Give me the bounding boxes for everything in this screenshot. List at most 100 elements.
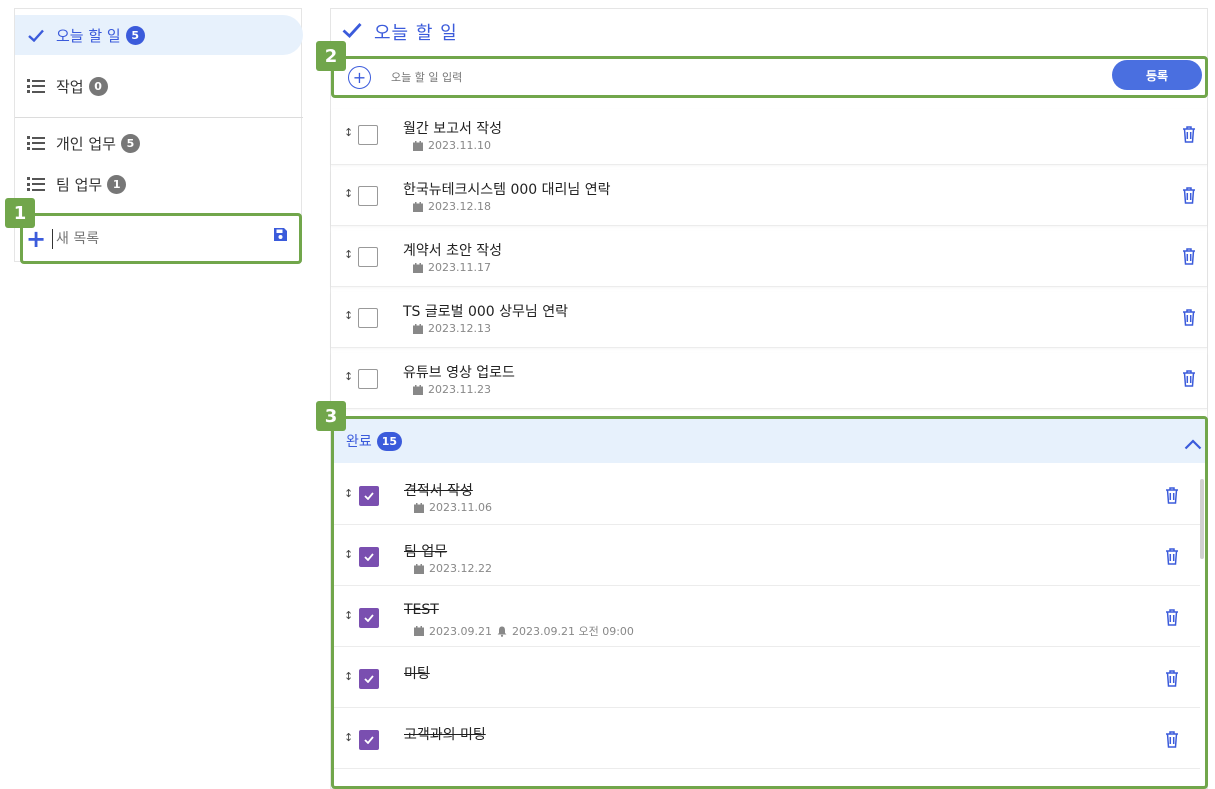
- task-date: 2023.11.23: [413, 383, 491, 396]
- trash-icon[interactable]: [1182, 370, 1196, 391]
- task-name: 팀 업무: [404, 544, 448, 560]
- trash-icon[interactable]: [1182, 248, 1196, 269]
- calendar-icon: [413, 384, 423, 395]
- save-icon[interactable]: [273, 227, 288, 242]
- sidebar-item-personal[interactable]: 개인 업무 5: [15, 123, 303, 163]
- task-row[interactable]: ↕ 유튜브 영상 업로드 2023.11.23: [331, 353, 1207, 409]
- task-name: TEST: [404, 602, 439, 618]
- completed-label: 완료: [346, 434, 372, 450]
- task-row[interactable]: ↕ 월간 보고서 작성 2023.11.10: [331, 109, 1207, 165]
- count-badge: 5: [120, 133, 140, 153]
- checked-checkbox[interactable]: [359, 486, 379, 506]
- calendar-icon: [413, 262, 423, 273]
- task-reminder-value: 2023.09.21 오전 09:00: [511, 625, 634, 638]
- completed-count-badge: 15: [376, 431, 403, 451]
- main-header: 오늘 할 일: [331, 9, 1207, 54]
- checked-checkbox[interactable]: [359, 547, 379, 567]
- task-date-value: 2023.11.06: [429, 501, 492, 514]
- drag-handle-icon[interactable]: ↕: [344, 248, 353, 261]
- new-list-field[interactable]: +: [20, 213, 302, 264]
- completed-task-row[interactable]: ↕ 견적서 작성 2023.11.06: [334, 468, 1200, 525]
- task-date: 2023.11.17: [413, 261, 491, 274]
- task-date: 2023.12.13: [413, 322, 491, 335]
- completed-section: 완료 15 ↕ 견적서 작성 2023.11.06 ↕ 팀 업무 2023.12…: [331, 416, 1208, 789]
- page-title: 오늘 할 일: [374, 22, 458, 44]
- add-circle-icon[interactable]: +: [348, 65, 371, 89]
- scrollbar[interactable]: [1200, 479, 1204, 559]
- task-row[interactable]: ↕ TS 글로벌 000 상무님 연락 2023.12.13: [331, 292, 1207, 348]
- task-date: 2023.12.22: [414, 562, 492, 575]
- task-checkbox[interactable]: [358, 369, 378, 389]
- task-checkbox[interactable]: [358, 308, 378, 328]
- calendar-icon: [413, 323, 423, 334]
- trash-icon[interactable]: [1182, 187, 1196, 208]
- drag-handle-icon[interactable]: ↕: [344, 731, 353, 744]
- check-icon: [342, 22, 362, 42]
- trash-icon[interactable]: [1165, 609, 1179, 630]
- drag-handle-icon[interactable]: ↕: [344, 187, 353, 200]
- sidebar-item-label: 팀 업무: [56, 175, 103, 194]
- task-name: 계약서 초안 작성: [403, 243, 503, 259]
- completed-task-row[interactable]: ↕ 고객과의 미팅: [334, 712, 1200, 769]
- count-badge: 1: [107, 174, 127, 194]
- checked-checkbox[interactable]: [359, 608, 379, 628]
- drag-handle-icon[interactable]: ↕: [344, 487, 353, 500]
- task-name: 월간 보고서 작성: [403, 121, 503, 137]
- new-list-input[interactable]: [56, 230, 256, 247]
- completed-task-row[interactable]: ↕ TEST 2023.09.21 2023.09.21 오전 09:00: [334, 590, 1200, 647]
- task-checkbox[interactable]: [358, 186, 378, 206]
- task-name: 미팅: [404, 666, 430, 682]
- add-task-bar: + 등록: [331, 56, 1208, 98]
- checked-checkbox[interactable]: [359, 669, 379, 689]
- task-name: TS 글로벌 000 상무님 연락: [403, 304, 569, 320]
- sidebar-item-label: 오늘 할 일: [56, 26, 121, 45]
- list-icon: [26, 177, 46, 191]
- plus-icon[interactable]: +: [26, 227, 46, 251]
- task-input[interactable]: [391, 70, 991, 84]
- drag-handle-icon[interactable]: ↕: [344, 670, 353, 683]
- drag-handle-icon[interactable]: ↕: [344, 309, 353, 322]
- drag-handle-icon[interactable]: ↕: [344, 548, 353, 561]
- trash-icon[interactable]: [1182, 126, 1196, 147]
- completed-task-row[interactable]: ↕ 팀 업무 2023.12.22: [334, 529, 1200, 586]
- sidebar-item-team[interactable]: 팀 업무 1: [15, 164, 303, 204]
- task-date: 2023.11.10: [413, 139, 491, 152]
- register-button[interactable]: 등록: [1112, 60, 1202, 90]
- task-date: 2023.11.06: [414, 501, 492, 514]
- list-icon: [26, 136, 46, 150]
- task-date: 2023.12.18: [413, 200, 491, 213]
- completed-task-row[interactable]: ↕ 미팅: [334, 651, 1200, 708]
- callout-badge-2: 2: [316, 41, 346, 71]
- trash-icon[interactable]: [1165, 548, 1179, 569]
- sidebar-item-today[interactable]: 오늘 할 일 5: [15, 15, 303, 55]
- sidebar-item-label: 개인 업무: [56, 134, 116, 153]
- sidebar-divider: [15, 117, 303, 118]
- chevron-up-icon[interactable]: [1184, 435, 1202, 454]
- drag-handle-icon[interactable]: ↕: [344, 609, 353, 622]
- list-icon: [26, 79, 46, 93]
- task-name: 견적서 작성: [404, 483, 473, 499]
- sidebar-item-tasks[interactable]: 작업 0: [15, 66, 303, 106]
- app-root: 오늘 할 일 5 작업 0 개인 업무 5 팀 업무 1 + 새 목록 1 2 …: [0, 0, 1215, 789]
- task-row[interactable]: ↕ 한국뉴테크시스템 000 대리님 연락 2023.12.18: [331, 170, 1207, 226]
- task-name: 유튜브 영상 업로드: [403, 365, 515, 381]
- callout-badge-3: 3: [316, 401, 346, 431]
- completed-header[interactable]: 완료 15: [334, 419, 1205, 463]
- checked-checkbox[interactable]: [359, 730, 379, 750]
- drag-handle-icon[interactable]: ↕: [344, 370, 353, 383]
- trash-icon[interactable]: [1165, 670, 1179, 691]
- task-name: 고객과의 미팅: [404, 727, 486, 743]
- drag-handle-icon[interactable]: ↕: [344, 126, 353, 139]
- calendar-icon: [414, 563, 424, 574]
- trash-icon[interactable]: [1182, 309, 1196, 330]
- task-date-value: 2023.12.22: [429, 562, 492, 575]
- trash-icon[interactable]: [1165, 731, 1179, 752]
- count-badge: 5: [125, 25, 145, 45]
- task-row[interactable]: ↕ 계약서 초안 작성 2023.11.17: [331, 231, 1207, 287]
- task-checkbox[interactable]: [358, 125, 378, 145]
- task-checkbox[interactable]: [358, 247, 378, 267]
- calendar-icon: [414, 626, 424, 636]
- bell-icon: [497, 626, 507, 637]
- trash-icon[interactable]: [1165, 487, 1179, 508]
- task-date-value: 2023.12.13: [428, 322, 491, 335]
